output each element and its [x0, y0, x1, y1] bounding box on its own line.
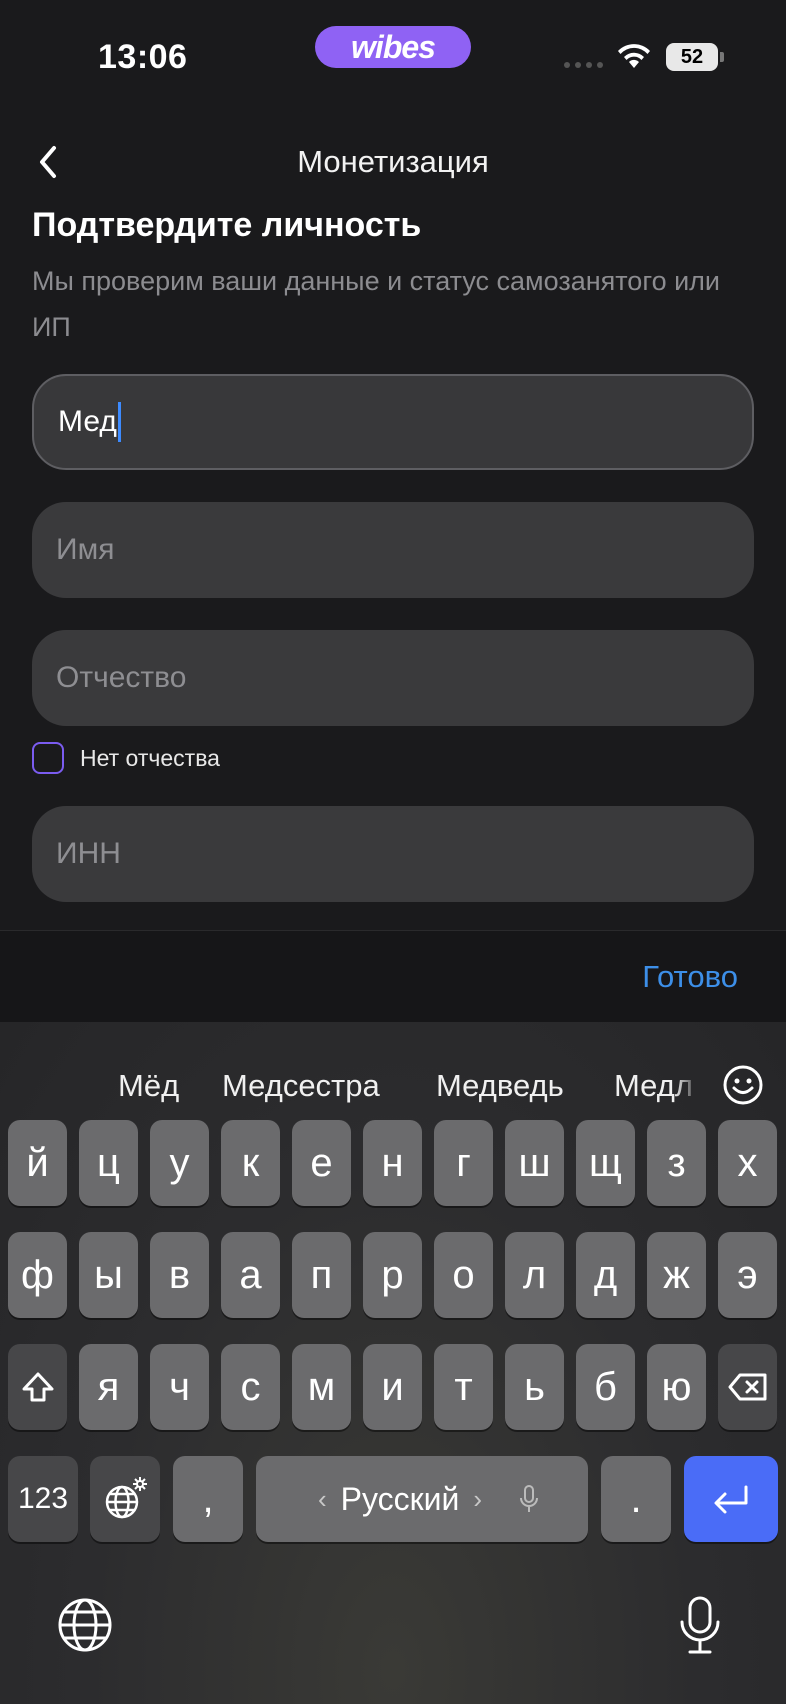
name-input-placeholder: Имя: [56, 533, 115, 566]
globe-icon[interactable]: [56, 1596, 114, 1654]
suggestion-item[interactable]: Мёд: [118, 1068, 179, 1104]
status-time: 13:06: [98, 38, 188, 76]
key-х[interactable]: х: [718, 1120, 777, 1206]
shift-key[interactable]: [8, 1344, 67, 1430]
name-input[interactable]: Имя: [32, 502, 754, 598]
patronymic-input[interactable]: Отчество: [32, 630, 754, 726]
battery-icon: 52: [666, 43, 718, 71]
suggestion-item[interactable]: Медведь: [436, 1068, 564, 1104]
key-н[interactable]: н: [363, 1120, 422, 1206]
inn-input-placeholder: ИНН: [56, 837, 121, 870]
numbers-key[interactable]: 123: [8, 1456, 78, 1542]
key-б[interactable]: б: [576, 1344, 635, 1430]
space-right-arrow: ›: [473, 1483, 483, 1514]
keyboard: Мёд Медсестра Медведь Медл й ц у к е н г…: [0, 1022, 786, 1704]
space-key-label: Русский: [340, 1480, 460, 1517]
backspace-key[interactable]: [718, 1344, 777, 1430]
nav-title: Монетизация: [297, 144, 489, 179]
page-heading: Подтвердите личность: [32, 206, 422, 244]
backspace-icon: [728, 1373, 766, 1401]
inn-input[interactable]: ИНН: [32, 806, 754, 902]
key-л[interactable]: л: [505, 1232, 564, 1318]
key-с[interactable]: с: [221, 1344, 280, 1430]
return-icon: [714, 1485, 748, 1514]
key-а[interactable]: а: [221, 1232, 280, 1318]
dictation-mic-icon[interactable]: [676, 1594, 724, 1656]
key-я[interactable]: я: [79, 1344, 138, 1430]
return-key[interactable]: [684, 1456, 778, 1542]
key-д[interactable]: д: [576, 1232, 635, 1318]
globe-settings-icon: [105, 1477, 147, 1519]
period-key[interactable]: .: [601, 1456, 671, 1542]
key-е[interactable]: е: [292, 1120, 351, 1206]
key-г[interactable]: г: [434, 1120, 493, 1206]
key-о[interactable]: о: [434, 1232, 493, 1318]
mic-small-icon: [520, 1485, 539, 1512]
suggestion-item[interactable]: Медсестра: [222, 1068, 380, 1104]
key-з[interactable]: з: [647, 1120, 706, 1206]
patronymic-input-placeholder: Отчество: [56, 661, 187, 694]
key-ж[interactable]: ж: [647, 1232, 706, 1318]
shift-icon: [22, 1372, 53, 1402]
wifi-icon: [618, 44, 650, 68]
space-left-arrow: ‹: [317, 1483, 327, 1514]
key-и[interactable]: и: [363, 1344, 422, 1430]
key-в[interactable]: в: [150, 1232, 209, 1318]
key-ш[interactable]: ш: [505, 1120, 564, 1206]
key-т[interactable]: т: [434, 1344, 493, 1430]
keyboard-accessory-bar: Готово: [0, 930, 786, 1022]
key-ч[interactable]: ч: [150, 1344, 209, 1430]
key-ц[interactable]: ц: [79, 1120, 138, 1206]
emoji-icon[interactable]: [722, 1064, 764, 1106]
done-button[interactable]: Готово: [642, 959, 738, 995]
key-у[interactable]: у: [150, 1120, 209, 1206]
key-к[interactable]: к: [221, 1120, 280, 1206]
no-patronymic-row[interactable]: Нет отчества: [32, 742, 220, 774]
brand-logo: wibes: [315, 26, 471, 68]
key-р[interactable]: р: [363, 1232, 422, 1318]
key-ю[interactable]: ю: [647, 1344, 706, 1430]
space-key[interactable]: ‹ Русский ›: [256, 1456, 588, 1542]
language-key[interactable]: [90, 1456, 160, 1542]
key-э[interactable]: э: [718, 1232, 777, 1318]
key-щ[interactable]: щ: [576, 1120, 635, 1206]
page-subtitle: Мы проверим ваши данные и статус самозан…: [32, 266, 721, 342]
no-patronymic-label: Нет отчества: [80, 744, 220, 771]
status-bar: 13:06 wibes 52: [0, 0, 786, 110]
cellular-signal-icon: [564, 62, 603, 68]
key-ы[interactable]: ы: [79, 1232, 138, 1318]
suggestion-item[interactable]: Медл: [614, 1068, 700, 1104]
key-п[interactable]: п: [292, 1232, 351, 1318]
comma-key[interactable]: ,: [173, 1456, 243, 1542]
key-м[interactable]: м: [292, 1344, 351, 1430]
text-caret: [117, 402, 121, 442]
no-patronymic-checkbox[interactable]: [32, 742, 64, 774]
key-ь[interactable]: ь: [505, 1344, 564, 1430]
suggestion-bar: Мёд Медсестра Медведь Медл: [0, 1042, 786, 1128]
key-й[interactable]: й: [8, 1120, 67, 1206]
surname-input[interactable]: Мед: [32, 374, 754, 470]
surname-input-value: Мед: [58, 405, 117, 438]
key-ф[interactable]: ф: [8, 1232, 67, 1318]
battery-tip: [720, 52, 724, 62]
